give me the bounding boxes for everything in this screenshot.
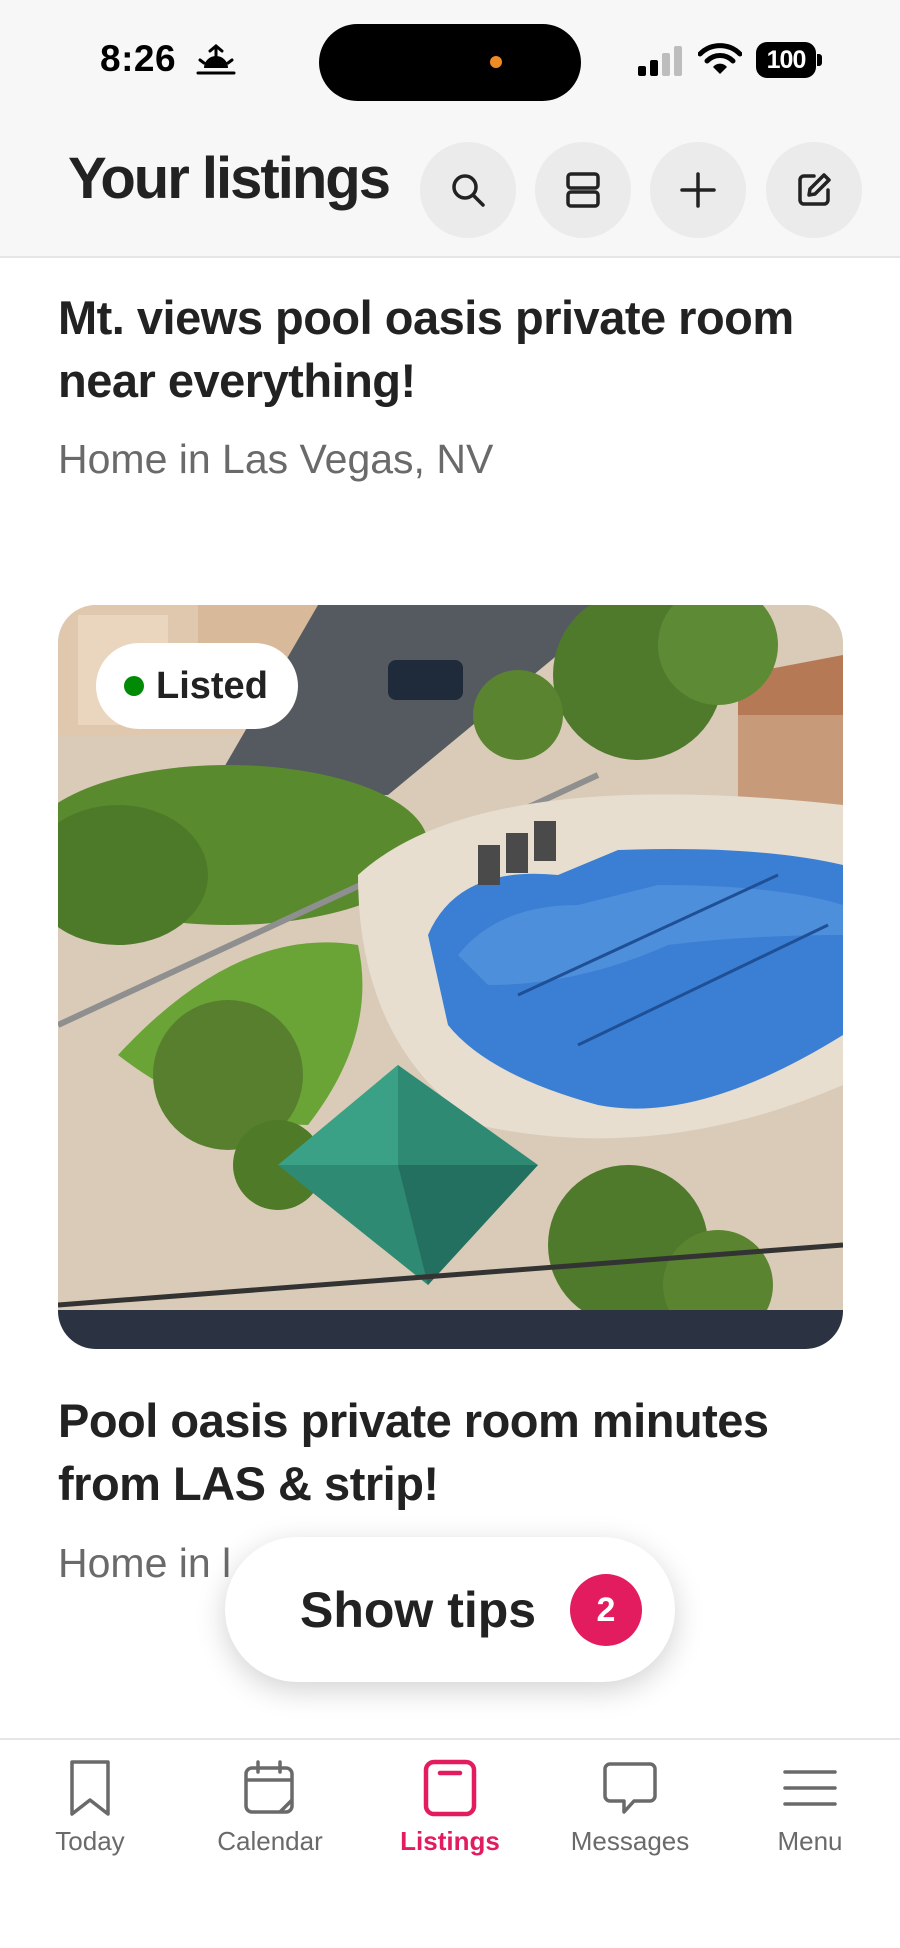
listing-subtitle: Home in l [58,1540,232,1586]
signal-icon [638,46,682,76]
status-badge-label: Listed [156,664,268,707]
message-icon [603,1762,657,1814]
view-toggle-button[interactable] [535,142,631,238]
privacy-indicator-dot [490,56,502,68]
tab-label: Messages [570,1826,690,1856]
listing-title[interactable]: Mt. views pool oasis private room near e… [58,286,848,412]
listed-status-dot [124,676,144,696]
tab-today[interactable]: Today [10,1758,170,1868]
bookmark-icon [70,1760,110,1816]
show-tips-button[interactable]: Show tips 2 [225,1537,675,1682]
add-icon [680,172,716,208]
listing-subtitle: Home in Las Vegas, NV [58,436,494,482]
bottom-tab-bar: Today Calendar Listings Messages Menu [0,1738,900,1948]
tab-label: Calendar [217,1826,323,1856]
page-header: Your listings [0,125,900,258]
page-title: Your listings [68,146,391,211]
tab-messages[interactable]: Messages [550,1758,710,1868]
listings-icon [423,1759,477,1817]
listing-title[interactable]: Pool oasis private room minutes from LAS… [58,1389,848,1515]
status-badge: Listed [96,643,298,729]
tab-label: Menu [777,1826,843,1856]
calendar-icon [244,1760,294,1814]
sunrise-icon [196,44,236,75]
wifi-icon [698,43,742,74]
view-toggle-icon [566,172,600,208]
tab-menu[interactable]: Menu [730,1758,890,1868]
status-bar: 8:26 100 [0,0,900,125]
status-time: 8:26 [100,38,177,79]
tips-count-badge: 2 [570,1574,642,1646]
tab-label: Today [55,1826,125,1856]
tab-calendar[interactable]: Calendar [190,1758,350,1868]
edit-button[interactable] [766,142,862,238]
show-tips-label: Show tips [300,1582,537,1638]
edit-icon [798,173,831,206]
tab-label: Listings [400,1826,500,1856]
add-listing-button[interactable] [650,142,746,238]
battery-cap [817,54,822,66]
search-button[interactable] [420,142,516,238]
menu-icon [783,1770,837,1806]
tab-listings[interactable]: Listings [370,1758,530,1868]
battery-level: 100 [756,42,816,78]
dynamic-island [319,24,581,101]
search-icon [452,174,485,207]
battery-icon: 100 [756,42,822,78]
